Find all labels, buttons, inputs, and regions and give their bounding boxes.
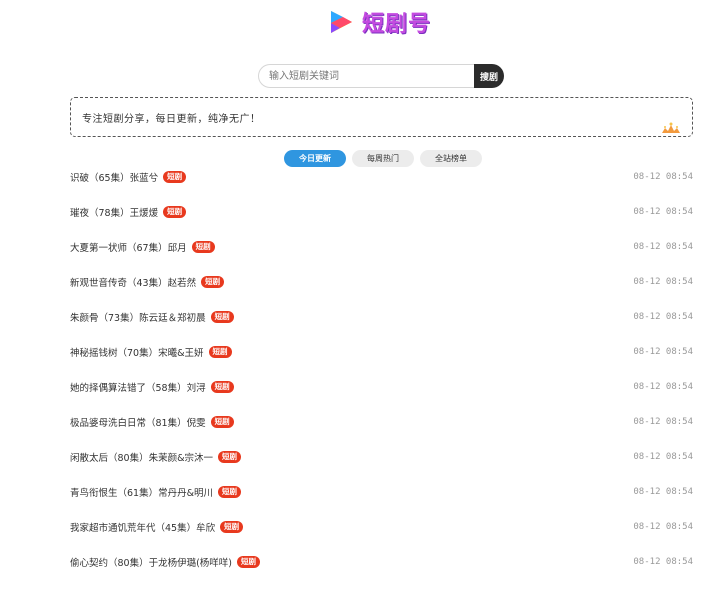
short-drama-badge: 短剧: [210, 416, 234, 428]
short-drama-badge: 短剧: [210, 311, 234, 323]
list-item[interactable]: 新观世音传奇（43集）赵若然 短剧 08-12 08:54: [70, 273, 693, 291]
list-item[interactable]: 璀夜（78集）王煖煖 短剧 08-12 08:54: [70, 203, 693, 221]
notice-box: 专注短剧分享，每日更新，纯净无广！: [70, 97, 693, 137]
tab-site-ranking[interactable]: 全站榜单: [420, 150, 482, 167]
item-title[interactable]: 新观世音传奇（43集）赵若然: [70, 275, 196, 289]
item-time: 08-12 08:54: [633, 487, 693, 497]
item-time: 08-12 08:54: [633, 452, 693, 462]
item-title[interactable]: 朱颜骨（73集）陈云廷＆郑初晨: [70, 310, 206, 324]
short-drama-badge: 短剧: [218, 486, 241, 498]
item-time: 08-12 08:54: [633, 417, 693, 427]
search-button[interactable]: 搜剧: [474, 64, 504, 88]
short-drama-badge: 短剧: [163, 171, 187, 183]
short-drama-badge: 短剧: [220, 521, 244, 533]
short-drama-badge: 短剧: [237, 556, 261, 568]
short-drama-badge: 短剧: [208, 346, 232, 358]
item-time: 08-12 08:54: [633, 382, 693, 392]
item-time: 08-12 08:54: [633, 242, 693, 252]
item-time: 08-12 08:54: [633, 557, 693, 567]
short-drama-badge: 短剧: [218, 451, 241, 463]
item-title[interactable]: 识破（65集）张蓝兮: [70, 170, 158, 184]
item-time: 08-12 08:54: [633, 312, 693, 322]
list-item[interactable]: 极品婆母洗白日常（81集）倪雯 短剧 08-12 08:54: [70, 413, 693, 431]
short-drama-badge: 短剧: [191, 241, 215, 253]
item-title[interactable]: 极品婆母洗白日常（81集）倪雯: [70, 415, 206, 429]
sparkle-decoration-icon: [662, 122, 680, 133]
item-title[interactable]: 大夏第一状师（67集）邱月: [70, 240, 187, 254]
list-item[interactable]: 她的择偶算法错了（58集）刘浔 短剧 08-12 08:54: [70, 378, 693, 396]
short-drama-badge: 短剧: [201, 276, 225, 288]
list-item[interactable]: 大夏第一状师（67集）邱月 短剧 08-12 08:54: [70, 238, 693, 256]
list-item[interactable]: 青鸟衔恨生（61集）常丹丹&明川 短剧 08-12 08:54: [70, 483, 693, 501]
list-item[interactable]: 神秘摇钱树（70集）宋曦&王妍 短剧 08-12 08:54: [70, 343, 693, 361]
list-item[interactable]: 朱颜骨（73集）陈云廷＆郑初晨 短剧 08-12 08:54: [70, 308, 693, 326]
item-title[interactable]: 她的择偶算法错了（58集）刘浔: [70, 380, 206, 394]
search-bar: 搜剧: [258, 64, 504, 88]
item-time: 08-12 08:54: [633, 207, 693, 217]
short-drama-badge: 短剧: [163, 206, 187, 218]
item-time: 08-12 08:54: [633, 347, 693, 357]
list-item[interactable]: 闲散太后（80集）朱茉颜&宗沐一 短剧 08-12 08:54: [70, 448, 693, 466]
search-input[interactable]: [258, 64, 474, 88]
item-title[interactable]: 偷心契约（80集）于龙杨伊璐(杨咩咩): [70, 555, 232, 569]
tab-today-updates[interactable]: 今日更新: [284, 150, 346, 167]
tab-weekly-hot[interactable]: 每周热门: [352, 150, 414, 167]
list-item[interactable]: 我家超市通饥荒年代（45集）牟欣 短剧 08-12 08:54: [70, 518, 693, 536]
item-title[interactable]: 我家超市通饥荒年代（45集）牟欣: [70, 520, 215, 534]
item-title[interactable]: 青鸟衔恨生（61集）常丹丹&明川: [70, 485, 213, 499]
item-time: 08-12 08:54: [633, 522, 693, 532]
item-time: 08-12 08:54: [633, 277, 693, 287]
tab-bar: 今日更新 每周热门 全站榜单: [284, 150, 482, 167]
list-item[interactable]: 偷心契约（80集）于龙杨伊璐(杨咩咩) 短剧 08-12 08:54: [70, 553, 693, 571]
play-logo-icon: [331, 11, 352, 33]
item-title[interactable]: 神秘摇钱树（70集）宋曦&王妍: [70, 345, 204, 359]
item-title[interactable]: 璀夜（78集）王煖煖: [70, 205, 158, 219]
site-logo[interactable]: 短剧号: [326, 6, 431, 38]
short-drama-badge: 短剧: [210, 381, 234, 393]
list-item[interactable]: 识破（65集）张蓝兮 短剧 08-12 08:54: [70, 168, 693, 186]
notice-text: 专注短剧分享，每日更新，纯净无广！: [82, 114, 261, 125]
item-time: 08-12 08:54: [633, 172, 693, 182]
site-name: 短剧号: [362, 12, 432, 37]
item-title[interactable]: 闲散太后（80集）朱茉颜&宗沐一: [70, 450, 213, 464]
